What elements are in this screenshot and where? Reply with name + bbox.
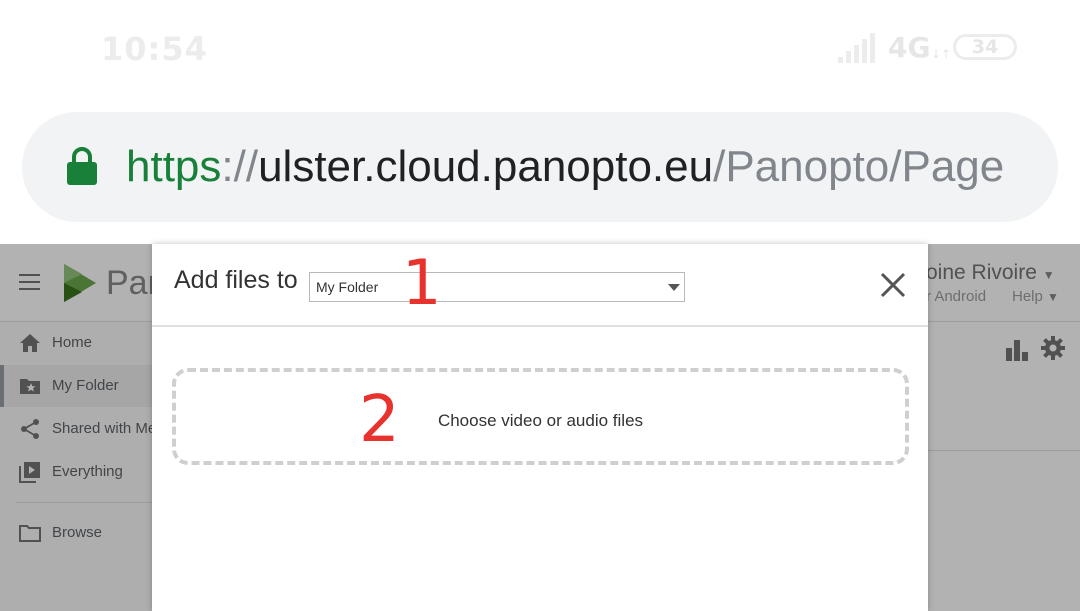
close-icon[interactable] — [878, 270, 908, 300]
step-marker-2: 2 — [359, 383, 400, 457]
status-bar: 10:54 4G ↓↑ 34 — [0, 0, 1080, 100]
folder-select-value: My Folder — [316, 279, 379, 295]
battery-icon: 34 — [953, 34, 1017, 60]
network-type: 4G — [888, 31, 931, 64]
url-path: /Panopto/Page — [713, 142, 1005, 191]
network-arrows-icon: ↓↑ — [931, 47, 952, 61]
signal-icon — [838, 33, 875, 63]
url-scheme: https — [126, 142, 222, 191]
choose-files-label: Choose video or audio files — [437, 411, 644, 430]
folder-select[interactable]: My Folder — [309, 272, 685, 302]
url-separator: :// — [221, 142, 259, 191]
status-time: 10:54 — [101, 30, 208, 68]
lock-icon — [67, 147, 97, 185]
url-text[interactable]: https://ulster.cloud.panopto.eu/Panopto/… — [126, 142, 1004, 192]
file-drop-zone[interactable]: Choose video or audio files — [172, 368, 909, 465]
dropdown-arrow-icon — [668, 284, 680, 291]
step-marker-1: 1 — [402, 246, 442, 319]
address-bar[interactable]: https://ulster.cloud.panopto.eu/Panopto/… — [22, 112, 1058, 222]
dialog-title: Add files to — [174, 266, 298, 294]
dialog-divider — [152, 325, 928, 327]
add-files-dialog: Add files to My Folder Choose video or a… — [152, 244, 928, 611]
url-host: ulster.cloud.panopto.eu — [258, 142, 714, 191]
